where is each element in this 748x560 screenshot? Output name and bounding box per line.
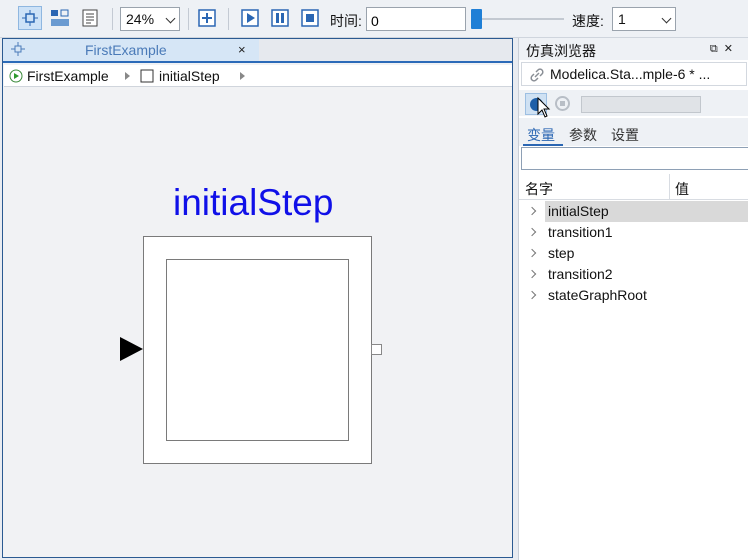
tree-row-label: initialStep <box>545 201 748 222</box>
simulation-controls <box>519 90 748 118</box>
time-input[interactable] <box>366 7 466 31</box>
model-selector[interactable]: Modelica.Sta...mple-6 * ... <box>521 62 747 86</box>
editor-tab-strip: FirstExample × <box>3 39 512 63</box>
output-port[interactable] <box>371 344 382 355</box>
main-toolbar: 24% 时间: 速度: 1 <box>0 0 748 38</box>
variable-filter-input[interactable] <box>521 147 748 170</box>
chevron-right-icon[interactable] <box>527 227 537 237</box>
more-options[interactable]: ... <box>699 66 711 82</box>
tab-parameters[interactable]: 参数 <box>569 125 597 145</box>
step-inner-box <box>166 259 349 441</box>
chevron-down-icon <box>661 13 672 24</box>
component-name-label: initialStep <box>173 182 334 223</box>
simulation-browser: 仿真浏览器 ⧉✕ Modelica.Sta...mple-6 * ... 变量 … <box>518 38 748 560</box>
tree-row-label: step <box>548 245 575 261</box>
speed-value: 1 <box>618 11 626 27</box>
tab-first-example[interactable]: FirstExample × <box>3 39 259 61</box>
diagram-view-button[interactable] <box>18 6 42 30</box>
active-tab-indicator <box>523 144 563 146</box>
speed-label: 速度: <box>572 13 604 29</box>
stop-icon <box>301 9 319 27</box>
column-header-value[interactable]: 值 <box>675 179 689 199</box>
chevron-right-icon <box>125 72 130 80</box>
chevron-right-icon[interactable] <box>527 269 537 279</box>
play-circle-icon <box>9 69 23 83</box>
mouse-cursor-icon <box>537 97 551 118</box>
diagram-view-icon <box>22 10 38 26</box>
toolbar-separator <box>188 8 189 30</box>
model-editor: FirstExample × FirstExample initialStep … <box>2 38 513 558</box>
tree-row[interactable]: step <box>519 243 748 264</box>
tree-row[interactable]: initialStep <box>519 201 748 222</box>
close-icon[interactable]: × <box>238 42 246 57</box>
tab-title: FirstExample <box>85 42 167 58</box>
pause-button[interactable] <box>268 6 292 30</box>
input-port-triangle[interactable] <box>120 337 143 361</box>
close-icon[interactable]: ✕ <box>724 43 739 55</box>
text-view-icon <box>82 9 98 27</box>
toolbar-separator <box>112 8 113 30</box>
tree-row-label: transition1 <box>548 224 613 240</box>
breadcrumb-label: FirstExample <box>27 68 109 84</box>
breadcrumb-item-first-example[interactable]: FirstExample <box>9 68 109 84</box>
text-view-button[interactable] <box>78 6 102 30</box>
icon-view-icon <box>51 9 69 26</box>
variable-tree: initialStep transition1 step transition2… <box>519 201 748 306</box>
chevron-down-icon <box>165 13 176 24</box>
browser-tabs: 变量 参数 设置 <box>519 118 748 146</box>
time-slider-thumb[interactable] <box>471 9 482 29</box>
block-icon <box>140 69 154 83</box>
zoom-value: 24% <box>126 11 155 27</box>
breadcrumb-label: initialStep <box>159 68 220 84</box>
panel-controls: ⧉✕ <box>710 42 739 56</box>
time-slider-track[interactable] <box>472 18 564 20</box>
plus-box-icon <box>198 9 216 27</box>
tree-row-label: transition2 <box>548 266 613 282</box>
simulation-progress-bar <box>581 96 701 113</box>
column-header-name[interactable]: 名字 <box>525 179 553 199</box>
zoom-select[interactable]: 24% <box>120 7 180 31</box>
speed-select[interactable]: 1 <box>612 7 676 31</box>
browser-title: 仿真浏览器 <box>526 43 596 59</box>
tab-settings[interactable]: 设置 <box>611 125 639 145</box>
chevron-right-icon[interactable] <box>527 290 537 300</box>
play-icon <box>241 9 259 27</box>
diagram-view-icon <box>11 42 25 56</box>
link-icon <box>530 68 544 82</box>
column-divider[interactable] <box>669 174 670 200</box>
tree-row[interactable]: stateGraphRoot <box>519 285 748 306</box>
pause-icon <box>271 9 289 27</box>
variable-table-header: 名字 值 <box>519 174 748 200</box>
icon-view-button[interactable] <box>48 6 72 30</box>
toolbar-separator <box>228 8 229 30</box>
chevron-right-icon <box>240 72 245 80</box>
chevron-right-icon[interactable] <box>527 206 537 216</box>
stop-button[interactable] <box>298 6 322 30</box>
tab-variables[interactable]: 变量 <box>527 125 555 145</box>
model-name: Modelica.Sta...mple-6 * ... <box>550 66 711 82</box>
diagram-canvas[interactable]: initialStep <box>3 88 512 557</box>
play-button[interactable] <box>238 6 262 30</box>
chevron-right-icon[interactable] <box>527 248 537 258</box>
fit-view-button[interactable] <box>195 6 219 30</box>
tree-row[interactable]: transition2 <box>519 264 748 285</box>
browser-header: 仿真浏览器 ⧉✕ <box>519 38 748 60</box>
tree-row-label: stateGraphRoot <box>548 287 647 303</box>
tree-row[interactable]: transition1 <box>519 222 748 243</box>
time-label: 时间: <box>330 13 362 29</box>
breadcrumb-item-initial-step[interactable]: initialStep <box>140 68 220 84</box>
breadcrumb: FirstExample initialStep <box>4 65 512 87</box>
float-icon[interactable]: ⧉ <box>710 43 724 55</box>
stop-simulation-button[interactable] <box>555 96 570 111</box>
